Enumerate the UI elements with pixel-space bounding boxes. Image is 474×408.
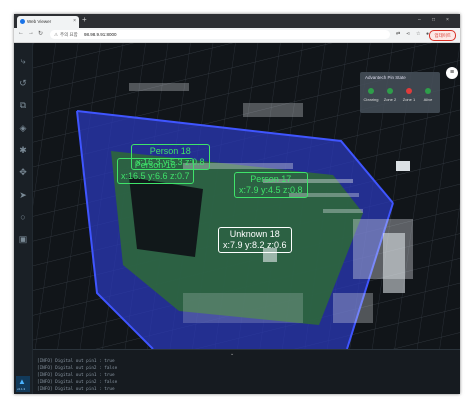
pin-zone-2: Zone 2 <box>382 88 398 108</box>
label-coords: x:7.9 y:8.2 z:0.6 <box>223 240 287 250</box>
warning-icon: ⚠ <box>54 32 59 37</box>
label-name: Person 16 <box>134 160 176 170</box>
share-icon[interactable]: ⋖ <box>406 31 410 37</box>
log-line: [INFO] Digital out pin1 : true <box>37 359 115 364</box>
left-toolbar: ⤷ ↺ ⧉ ◈ ✱ ✥ ➤ ○ ▣ ▲ v2.1.3 <box>14 43 33 394</box>
minimize-icon[interactable]: – <box>418 17 421 23</box>
route-icon[interactable]: ⤷ <box>17 55 29 67</box>
circle-icon[interactable]: ○ <box>17 211 29 223</box>
tab-strip: Web Viewer × + – □ × <box>14 14 460 28</box>
walk-icon[interactable]: ✱ <box>17 144 29 156</box>
pin-zone-1: Zone 1 <box>401 88 417 108</box>
update-button[interactable]: 업데이트 <box>429 30 456 41</box>
3d-viewport[interactable]: Advantech Pin State Clearing Zone 2 Zone… <box>33 43 460 349</box>
logo-text: v2.1.3 <box>17 387 26 391</box>
collapse-log-icon[interactable]: ⌄ <box>230 351 234 357</box>
address-bar-row: ← → ↻ ⚠ 주의 요함 98.98.9.91:8000 ⇄ ⋖ ☆ ● 업데… <box>14 28 460 43</box>
pin-led <box>406 88 412 94</box>
label-person-17[interactable]: Person 17 x:7.9 y:4.5 z:0.8 <box>234 172 308 198</box>
save-icon[interactable]: ▣ <box>17 233 29 245</box>
label-name: Person 18 <box>149 146 191 156</box>
label-unknown-18[interactable]: Unknown 18 x:7.9 y:8.2 z:0.6 <box>218 227 292 253</box>
log-line: [INFO] Digital out pin1 : true <box>37 387 115 392</box>
url-bar[interactable]: ⚠ 주의 요함 98.98.9.91:8000 <box>50 30 390 39</box>
pin-clearing: Clearing <box>363 88 379 108</box>
log-line: [INFO] Digital out pin2 : false <box>37 380 118 385</box>
translate-icon[interactable]: ⇄ <box>396 31 400 37</box>
browser-window: Web Viewer × + – □ × ← → ↻ ⚠ 주의 요함 98.98… <box>14 14 460 394</box>
back-icon[interactable]: ← <box>18 30 24 36</box>
logo-icon: ▲ <box>18 377 26 386</box>
label-name: Person 17 <box>250 174 292 184</box>
app-logo: ▲ v2.1.3 <box>16 376 30 392</box>
label-coords: x:7.9 y:4.5 z:0.8 <box>239 185 303 195</box>
new-tab-icon[interactable]: + <box>82 15 87 24</box>
pin-state-panel: Advantech Pin State Clearing Zone 2 Zone… <box>360 72 440 113</box>
send-icon[interactable]: ➤ <box>17 189 29 201</box>
close-window-icon[interactable]: × <box>446 17 449 23</box>
reload-icon[interactable]: ↻ <box>38 30 43 37</box>
zone-hole <box>129 177 203 257</box>
pin-panel-title: Advantech Pin State <box>365 75 406 80</box>
bookmark-icon[interactable]: ☆ <box>416 31 420 37</box>
pin-led <box>368 88 374 94</box>
label-person-16[interactable]: Person 16 x:16.5 y:6.6 z:0.7 <box>117 158 194 184</box>
pin-led <box>425 88 431 94</box>
pin-label: Zone 2 <box>383 97 397 102</box>
url-text: 98.98.9.91:8000 <box>84 32 117 37</box>
pin-alive: Alive <box>420 88 436 108</box>
pin-led <box>387 88 393 94</box>
loop-icon[interactable]: ↺ <box>17 77 29 89</box>
label-name: Unknown 18 <box>229 229 280 239</box>
target-icon[interactable]: ◈ <box>17 122 29 134</box>
log-panel[interactable]: ⌄ [INFO] Digital out pin1 : true [INFO] … <box>33 349 460 394</box>
pin-label: Alive <box>423 97 433 102</box>
tab-web-viewer[interactable]: Web Viewer × <box>17 16 79 28</box>
log-line: [INFO] Digital out pin2 : false <box>37 366 118 371</box>
tab-close-icon[interactable]: × <box>73 18 76 24</box>
maximize-icon[interactable]: □ <box>432 17 435 23</box>
app-area: ⤷ ↺ ⧉ ◈ ✱ ✥ ➤ ○ ▣ ▲ v2.1.3 Advantech Pin… <box>14 43 460 394</box>
pin-label: Clearing <box>363 97 379 102</box>
menu-icon[interactable]: ≡ <box>446 67 458 79</box>
move-icon[interactable]: ✥ <box>17 166 29 178</box>
crop-icon[interactable]: ⧉ <box>17 99 29 111</box>
insecure-label: 주의 요함 <box>60 32 78 37</box>
pin-label: Zone 1 <box>402 97 416 102</box>
label-coords: x:16.5 y:6.6 z:0.7 <box>121 171 190 181</box>
log-line: [INFO] Digital out pin1 : true <box>37 373 115 378</box>
tab-title: Web Viewer <box>27 19 52 24</box>
favicon-icon <box>20 19 25 24</box>
forward-icon[interactable]: → <box>28 30 34 36</box>
